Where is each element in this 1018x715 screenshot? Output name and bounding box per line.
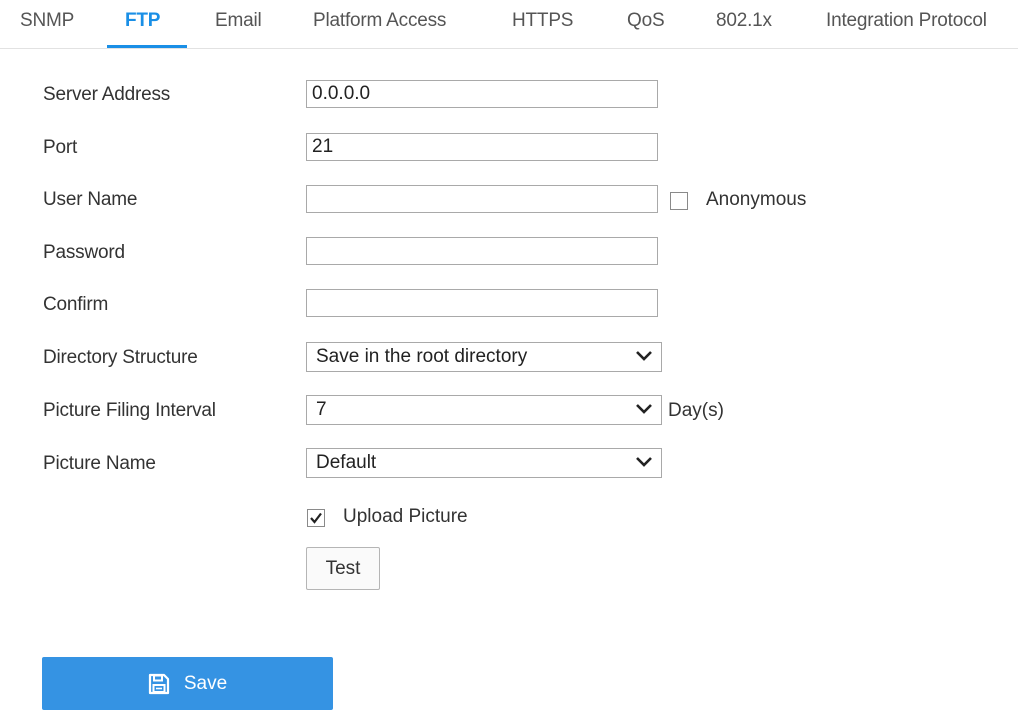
save-button[interactable]: Save xyxy=(42,657,333,710)
upload-picture-label: Upload Picture xyxy=(343,506,468,527)
user-name-input[interactable] xyxy=(306,185,658,213)
chevron-down-icon xyxy=(636,404,652,414)
directory-structure-label: Directory Structure xyxy=(43,347,198,368)
confirm-label: Confirm xyxy=(43,294,109,315)
tab-platform-access[interactable]: Platform Access xyxy=(313,10,446,32)
confirm-password-input[interactable] xyxy=(306,289,658,317)
tab-qos[interactable]: QoS xyxy=(627,10,665,32)
tab-8021x[interactable]: 802.1x xyxy=(716,10,772,32)
tab-snmp[interactable]: SNMP xyxy=(20,10,74,32)
directory-structure-select[interactable]: Save in the root directory xyxy=(306,342,662,372)
chevron-down-icon xyxy=(636,351,652,361)
tab-bar: SNMP FTP Email Platform Access HTTPS QoS… xyxy=(0,0,1018,50)
chevron-down-icon xyxy=(636,457,652,467)
tab-ftp[interactable]: FTP xyxy=(125,10,160,32)
active-tab-indicator xyxy=(107,45,187,48)
anonymous-checkbox[interactable] xyxy=(670,192,688,210)
upload-picture-checkbox[interactable] xyxy=(307,509,325,527)
password-input[interactable] xyxy=(306,237,658,265)
server-address-label: Server Address xyxy=(43,84,171,105)
check-icon xyxy=(310,512,322,524)
filing-interval-unit: Day(s) xyxy=(668,400,724,421)
floppy-disk-icon xyxy=(148,673,169,694)
tab-divider xyxy=(0,48,1018,49)
picture-filing-interval-select[interactable]: 7 xyxy=(306,395,662,425)
picture-name-value: Default xyxy=(316,452,377,473)
anonymous-label: Anonymous xyxy=(706,189,807,210)
test-button-label: Test xyxy=(325,557,361,579)
user-name-label: User Name xyxy=(43,189,138,210)
tab-https[interactable]: HTTPS xyxy=(512,10,573,32)
port-input[interactable] xyxy=(306,133,658,161)
directory-structure-value: Save in the root directory xyxy=(316,346,528,367)
tab-integration-protocol[interactable]: Integration Protocol xyxy=(826,10,987,32)
test-button[interactable]: Test xyxy=(306,547,380,590)
port-label: Port xyxy=(43,137,78,158)
tab-email[interactable]: Email xyxy=(215,10,262,32)
picture-name-label: Picture Name xyxy=(43,453,156,474)
picture-name-select[interactable]: Default xyxy=(306,448,662,478)
server-address-input[interactable] xyxy=(306,80,658,108)
password-label: Password xyxy=(43,242,125,263)
save-button-label: Save xyxy=(183,672,228,694)
picture-filing-interval-label: Picture Filing Interval xyxy=(43,400,216,421)
picture-filing-interval-value: 7 xyxy=(316,399,327,420)
